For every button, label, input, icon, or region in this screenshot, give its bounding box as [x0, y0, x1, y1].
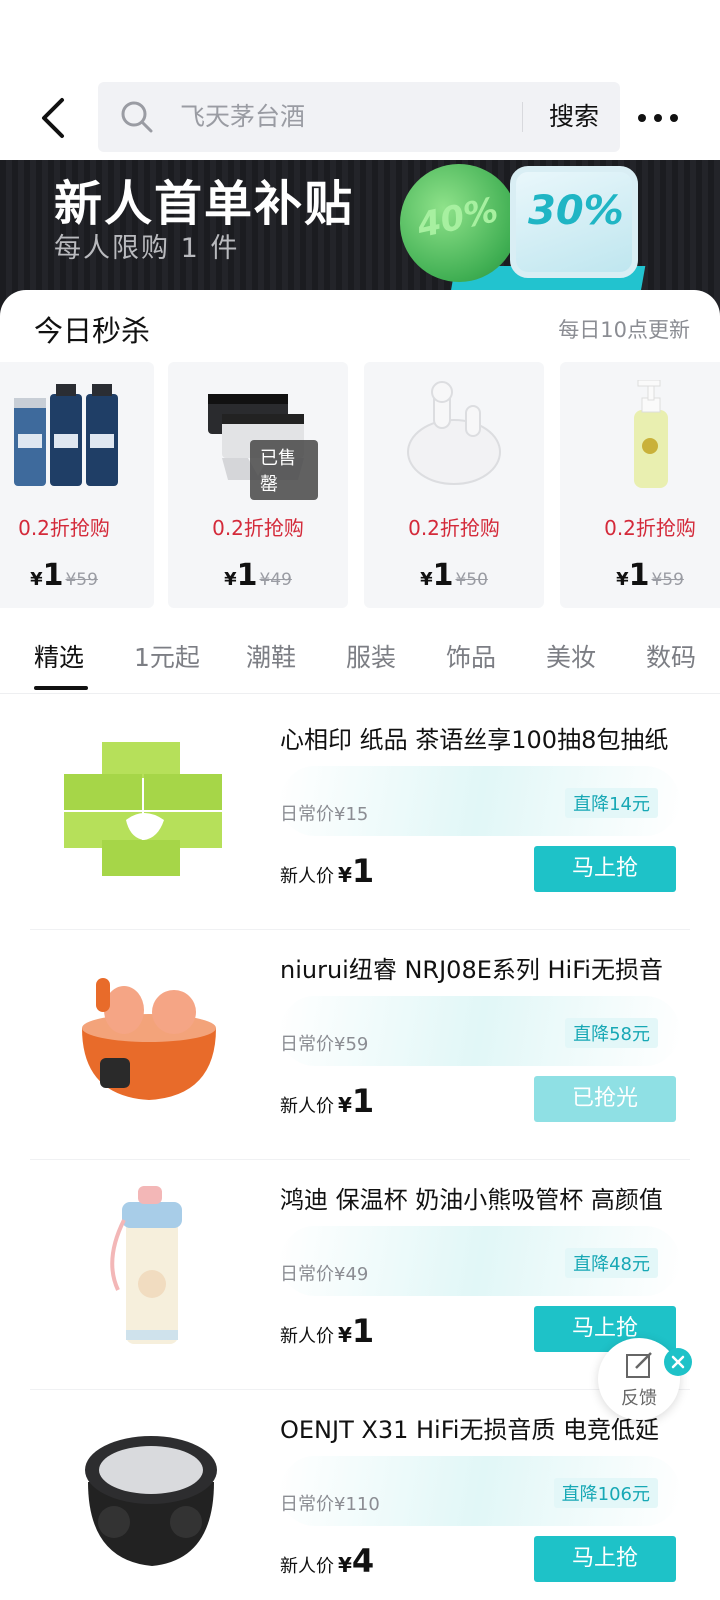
- new-price-label: 新人价: [280, 1326, 334, 1347]
- flash-price: ¥1 ¥59: [0, 558, 154, 593]
- product-card[interactable]: 鸿迪 保温杯 奶油小熊吸管杯 高颜值 日常价¥49 直降48元 新人价 ¥1 马上…: [30, 1160, 690, 1390]
- black-earbuds-image: [54, 1410, 244, 1580]
- new-user-price: 新人价 ¥1: [280, 1312, 374, 1350]
- new-user-price: 新人价 ¥4: [280, 1542, 374, 1580]
- flash-discount-label: 0.2折抢购: [212, 516, 304, 540]
- tab-clothing[interactable]: 服装: [346, 638, 396, 674]
- currency-symbol: ¥: [420, 569, 433, 590]
- daily-price: 日常价¥15: [280, 804, 369, 825]
- product-card[interactable]: 心相印 纸品 茶语丝享100抽8包抽纸 日常价¥15 直降14元 新人价 ¥1 马…: [30, 700, 690, 930]
- underwear-image: 已售罄: [198, 380, 318, 500]
- currency-symbol: ¥: [616, 569, 629, 590]
- flash-sale-price: 1: [236, 558, 258, 593]
- thermos-cup-image: [54, 1180, 244, 1350]
- flash-sale-price: 1: [42, 558, 64, 593]
- more-options-icon[interactable]: [632, 98, 688, 138]
- earbuds-image: [394, 380, 514, 490]
- product-title: 鸿迪 保温杯 奶油小熊吸管杯 高颜值: [280, 1186, 663, 1214]
- product-title: 心相印 纸品 茶语丝享100抽8包抽纸: [280, 726, 669, 754]
- flash-sale-header: 今日秒杀 每日10点更新: [34, 308, 690, 352]
- edit-icon: [624, 1350, 654, 1380]
- tab-sneakers[interactable]: 潮鞋: [246, 638, 296, 674]
- flash-price: ¥1 ¥59: [560, 558, 720, 593]
- flash-sale-items: 0.2折抢购 ¥1 ¥59 已售罄 0.2折抢购 ¥1 ¥49 0.2折抢购 ¥…: [0, 362, 720, 608]
- new-user-price: 新人价 ¥1: [280, 852, 374, 890]
- new-price-label: 新人价: [280, 1096, 334, 1117]
- price-value: 1: [351, 852, 375, 890]
- sold-out-tag: 已售罄: [250, 440, 318, 500]
- search-input[interactable]: 飞天茅台酒: [180, 100, 305, 134]
- tab-accessories[interactable]: 饰品: [446, 638, 496, 674]
- tissue-pack-image: [54, 720, 244, 890]
- flash-item[interactable]: 0.2折抢购 ¥1 ¥50: [364, 362, 544, 608]
- flash-sale-price: 1: [432, 558, 454, 593]
- discount-balloon-right: 30%: [510, 166, 638, 278]
- price-drop-tag: 直降48元: [565, 1248, 658, 1278]
- flash-item[interactable]: 0.2折抢购 ¥1 ¥59: [560, 362, 720, 608]
- flash-discount-label: 0.2折抢购: [18, 516, 110, 540]
- currency-symbol: ¥: [338, 1553, 352, 1577]
- search-divider: [522, 102, 523, 132]
- product-title: niurui纽睿 NRJ08E系列 HiFi无损音: [280, 956, 663, 984]
- new-price-label: 新人价: [280, 1556, 334, 1577]
- search-bar[interactable]: 飞天茅台酒 搜索: [98, 82, 620, 152]
- tab-digital[interactable]: 数码: [646, 638, 696, 674]
- currency-symbol: ¥: [338, 1323, 352, 1347]
- balloon-left-label: 40%: [413, 190, 502, 247]
- flash-discount-label: 0.2折抢购: [604, 516, 696, 540]
- original-price: ¥49: [259, 570, 292, 590]
- close-icon[interactable]: [664, 1348, 692, 1376]
- flash-price: ¥1 ¥50: [364, 558, 544, 593]
- search-icon: [120, 100, 154, 134]
- tab-beauty[interactable]: 美妆: [546, 638, 596, 674]
- daily-price: 日常价¥59: [280, 1034, 369, 1055]
- flash-price: ¥1 ¥49: [168, 558, 348, 593]
- feedback-label: 反馈: [621, 1388, 657, 1409]
- search-button[interactable]: 搜索: [534, 98, 614, 136]
- price-value: 1: [351, 1312, 375, 1350]
- new-user-price: 新人价 ¥1: [280, 1082, 374, 1120]
- flash-discount-label: 0.2折抢购: [408, 516, 500, 540]
- orange-earbuds-image: [54, 950, 244, 1120]
- product-card[interactable]: OENJT X31 HiFi无损音质 电竞低延 日常价¥110 直降106元 新…: [30, 1390, 690, 1600]
- currency-symbol: ¥: [224, 569, 237, 590]
- tab-from-1-yuan[interactable]: 1元起: [134, 638, 200, 674]
- flash-sale-price: 1: [628, 558, 650, 593]
- flash-item[interactable]: 已售罄 0.2折抢购 ¥1 ¥49: [168, 362, 348, 608]
- daily-price: 日常价¥49: [280, 1264, 369, 1285]
- flash-item[interactable]: 0.2折抢购 ¥1 ¥59: [0, 362, 154, 608]
- sold-out-button[interactable]: 已抢光: [534, 1076, 676, 1122]
- price-drop-tag: 直降106元: [553, 1478, 658, 1508]
- original-price: ¥59: [651, 570, 684, 590]
- price-drop-tag: 直降58元: [565, 1018, 658, 1048]
- buy-now-button[interactable]: 马上抢: [534, 846, 676, 892]
- banner-subtitle: 每人限购 1 件: [54, 233, 240, 264]
- currency-symbol: ¥: [30, 569, 43, 590]
- top-bar: 飞天茅台酒 搜索: [0, 0, 720, 160]
- currency-symbol: ¥: [338, 1093, 352, 1117]
- lotion-bottle-image: [590, 379, 710, 490]
- active-tab-indicator: [34, 686, 88, 690]
- price-value: 4: [351, 1542, 375, 1580]
- category-tabs: 精选 1元起 潮鞋 服装 饰品 美妆 数码: [0, 624, 720, 694]
- original-price: ¥50: [455, 570, 488, 590]
- product-card[interactable]: niurui纽睿 NRJ08E系列 HiFi无损音 日常价¥59 直降58元 新…: [30, 930, 690, 1160]
- buy-now-button[interactable]: 马上抢: [534, 1536, 676, 1582]
- price-drop-tag: 直降14元: [565, 788, 658, 818]
- skincare-bottles-image: [4, 380, 124, 490]
- banner-title: 新人首单补贴: [54, 176, 355, 232]
- back-icon[interactable]: [36, 96, 72, 140]
- daily-price: 日常价¥110: [280, 1494, 380, 1515]
- price-value: 1: [351, 1082, 375, 1120]
- new-price-label: 新人价: [280, 866, 334, 887]
- currency-symbol: ¥: [338, 863, 352, 887]
- balloon-right-label: 30%: [528, 188, 624, 234]
- flash-sale-title: 今日秒杀: [34, 314, 151, 348]
- flash-sale-update-note: 每日10点更新: [558, 318, 690, 342]
- tab-featured[interactable]: 精选: [34, 638, 84, 674]
- original-price: ¥59: [65, 570, 98, 590]
